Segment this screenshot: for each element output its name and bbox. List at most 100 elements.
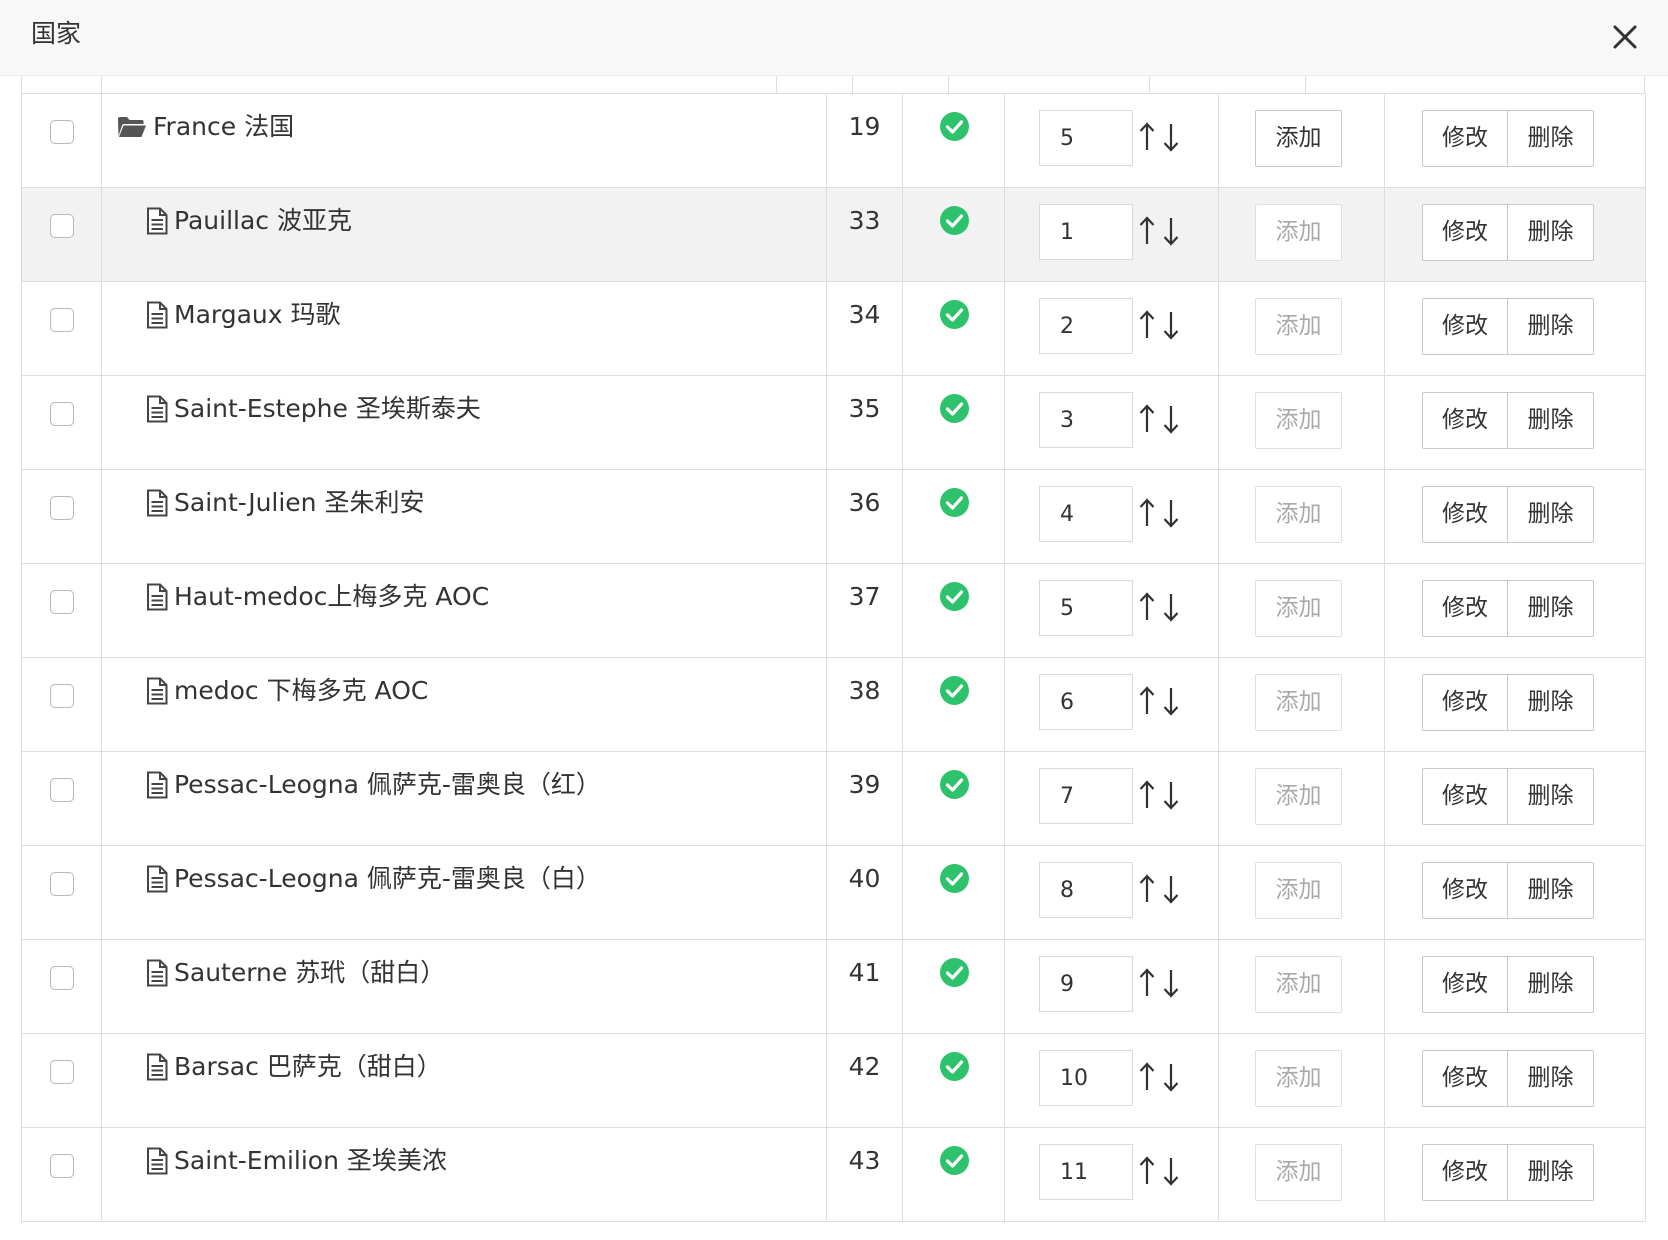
arrow-down-icon[interactable] <box>1161 590 1181 624</box>
close-icon[interactable] <box>1608 20 1642 54</box>
add-child-button[interactable]: 添加 <box>1255 674 1342 731</box>
delete-button[interactable]: 删除 <box>1508 768 1594 825</box>
delete-button[interactable]: 删除 <box>1508 110 1594 167</box>
id-cell: 37 <box>826 563 903 658</box>
add-child-button[interactable]: 添加 <box>1255 580 1342 637</box>
delete-button[interactable]: 删除 <box>1508 1050 1594 1107</box>
row-checkbox[interactable] <box>50 684 74 708</box>
edit-button[interactable]: 修改 <box>1422 1144 1508 1201</box>
sort-order-input[interactable] <box>1039 110 1133 166</box>
row-checkbox[interactable] <box>50 214 74 238</box>
add-child-button[interactable]: 添加 <box>1255 768 1342 825</box>
delete-button[interactable]: 删除 <box>1508 392 1594 449</box>
tree-table-container[interactable]: France 法国 19 5 添加 修改 删除 Pauillac 波亚克 33 … <box>0 76 1668 1240</box>
arrow-down-icon[interactable] <box>1161 778 1181 812</box>
id-cell: 36 <box>826 469 903 564</box>
file-text-icon <box>146 583 168 611</box>
edit-button[interactable]: 修改 <box>1422 768 1508 825</box>
arrow-down-icon[interactable] <box>1161 1154 1181 1188</box>
add-child-button[interactable]: 添加 <box>1255 862 1342 919</box>
arrow-down-icon[interactable] <box>1161 872 1181 906</box>
arrow-up-icon[interactable] <box>1137 590 1157 624</box>
delete-button[interactable]: 删除 <box>1508 298 1594 355</box>
edit-button[interactable]: 修改 <box>1422 110 1508 167</box>
ops-cell: 修改 删除 <box>1384 845 1646 940</box>
row-checkbox[interactable] <box>50 1060 74 1084</box>
edit-button[interactable]: 修改 <box>1422 674 1508 731</box>
row-checkbox[interactable] <box>50 1154 74 1178</box>
arrow-up-icon[interactable] <box>1137 684 1157 718</box>
ops-cell: 修改 删除 <box>1384 751 1646 846</box>
add-cell: 添加 <box>1218 751 1385 846</box>
add-child-button[interactable]: 添加 <box>1255 110 1342 167</box>
row-checkbox[interactable] <box>50 120 74 144</box>
add-child-button[interactable]: 添加 <box>1255 204 1342 261</box>
edit-button[interactable]: 修改 <box>1422 580 1508 637</box>
delete-button[interactable]: 删除 <box>1508 580 1594 637</box>
edit-button[interactable]: 修改 <box>1422 956 1508 1013</box>
sort-order-input[interactable] <box>1039 956 1133 1012</box>
edit-button[interactable]: 修改 <box>1422 1050 1508 1107</box>
add-child-button[interactable]: 添加 <box>1255 298 1342 355</box>
table-row: Barsac 巴萨克（甜白） 42 10 添加 修改 删除 <box>21 1033 1646 1128</box>
delete-button[interactable]: 删除 <box>1508 862 1594 919</box>
arrow-down-icon[interactable] <box>1161 308 1181 342</box>
arrow-up-icon[interactable] <box>1137 1154 1157 1188</box>
id-cell: 43 <box>826 1127 903 1222</box>
arrow-down-icon[interactable] <box>1161 496 1181 530</box>
edit-button[interactable]: 修改 <box>1422 862 1508 919</box>
delete-button[interactable]: 删除 <box>1508 956 1594 1013</box>
arrow-down-icon[interactable] <box>1161 966 1181 1000</box>
delete-button[interactable]: 删除 <box>1508 486 1594 543</box>
sort-order-input[interactable] <box>1039 392 1133 448</box>
add-child-button[interactable]: 添加 <box>1255 956 1342 1013</box>
arrow-up-icon[interactable] <box>1137 214 1157 248</box>
arrow-down-icon[interactable] <box>1161 402 1181 436</box>
row-checkbox[interactable] <box>50 590 74 614</box>
delete-button[interactable]: 删除 <box>1508 204 1594 261</box>
arrow-down-icon[interactable] <box>1161 1060 1181 1094</box>
arrow-down-icon[interactable] <box>1161 214 1181 248</box>
item-name: Saint-Emilion 圣埃美浓 <box>146 1144 447 1178</box>
sort-arrows <box>1137 496 1185 530</box>
sort-order-input[interactable] <box>1039 486 1133 542</box>
sort-order-input[interactable] <box>1039 674 1133 730</box>
arrow-up-icon[interactable] <box>1137 966 1157 1000</box>
arrow-up-icon[interactable] <box>1137 778 1157 812</box>
row-checkbox[interactable] <box>50 778 74 802</box>
delete-button[interactable]: 删除 <box>1508 1144 1594 1201</box>
sort-order-input[interactable] <box>1039 1144 1133 1200</box>
sort-order-input[interactable] <box>1039 298 1133 354</box>
sort-order-input[interactable] <box>1039 862 1133 918</box>
check-circle-icon <box>939 957 970 988</box>
edit-button[interactable]: 修改 <box>1422 298 1508 355</box>
arrow-up-icon[interactable] <box>1137 120 1157 154</box>
add-child-button[interactable]: 添加 <box>1255 1144 1342 1201</box>
row-actions: 修改 删除 <box>1422 392 1594 449</box>
row-checkbox[interactable] <box>50 402 74 426</box>
row-checkbox[interactable] <box>50 308 74 332</box>
arrow-down-icon[interactable] <box>1161 684 1181 718</box>
arrow-up-icon[interactable] <box>1137 402 1157 436</box>
arrow-down-icon[interactable] <box>1161 120 1181 154</box>
sort-order-input[interactable] <box>1039 768 1133 824</box>
add-child-button[interactable]: 添加 <box>1255 1050 1342 1107</box>
edit-button[interactable]: 修改 <box>1422 204 1508 261</box>
add-child-button[interactable]: 添加 <box>1255 392 1342 449</box>
arrow-up-icon[interactable] <box>1137 308 1157 342</box>
edit-button[interactable]: 修改 <box>1422 486 1508 543</box>
add-child-button[interactable]: 添加 <box>1255 486 1342 543</box>
row-checkbox[interactable] <box>50 496 74 520</box>
delete-button[interactable]: 删除 <box>1508 674 1594 731</box>
sort-order-input[interactable] <box>1039 1050 1133 1106</box>
sort-order-input[interactable] <box>1039 580 1133 636</box>
arrow-up-icon[interactable] <box>1137 872 1157 906</box>
table-row: France 法国 19 5 添加 修改 删除 <box>21 93 1646 188</box>
edit-button[interactable]: 修改 <box>1422 392 1508 449</box>
sort-order-input[interactable] <box>1039 204 1133 260</box>
row-checkbox[interactable] <box>50 872 74 896</box>
arrow-up-icon[interactable] <box>1137 496 1157 530</box>
arrow-up-icon[interactable] <box>1137 1060 1157 1094</box>
row-checkbox[interactable] <box>50 966 74 990</box>
status-cell <box>902 751 1005 846</box>
